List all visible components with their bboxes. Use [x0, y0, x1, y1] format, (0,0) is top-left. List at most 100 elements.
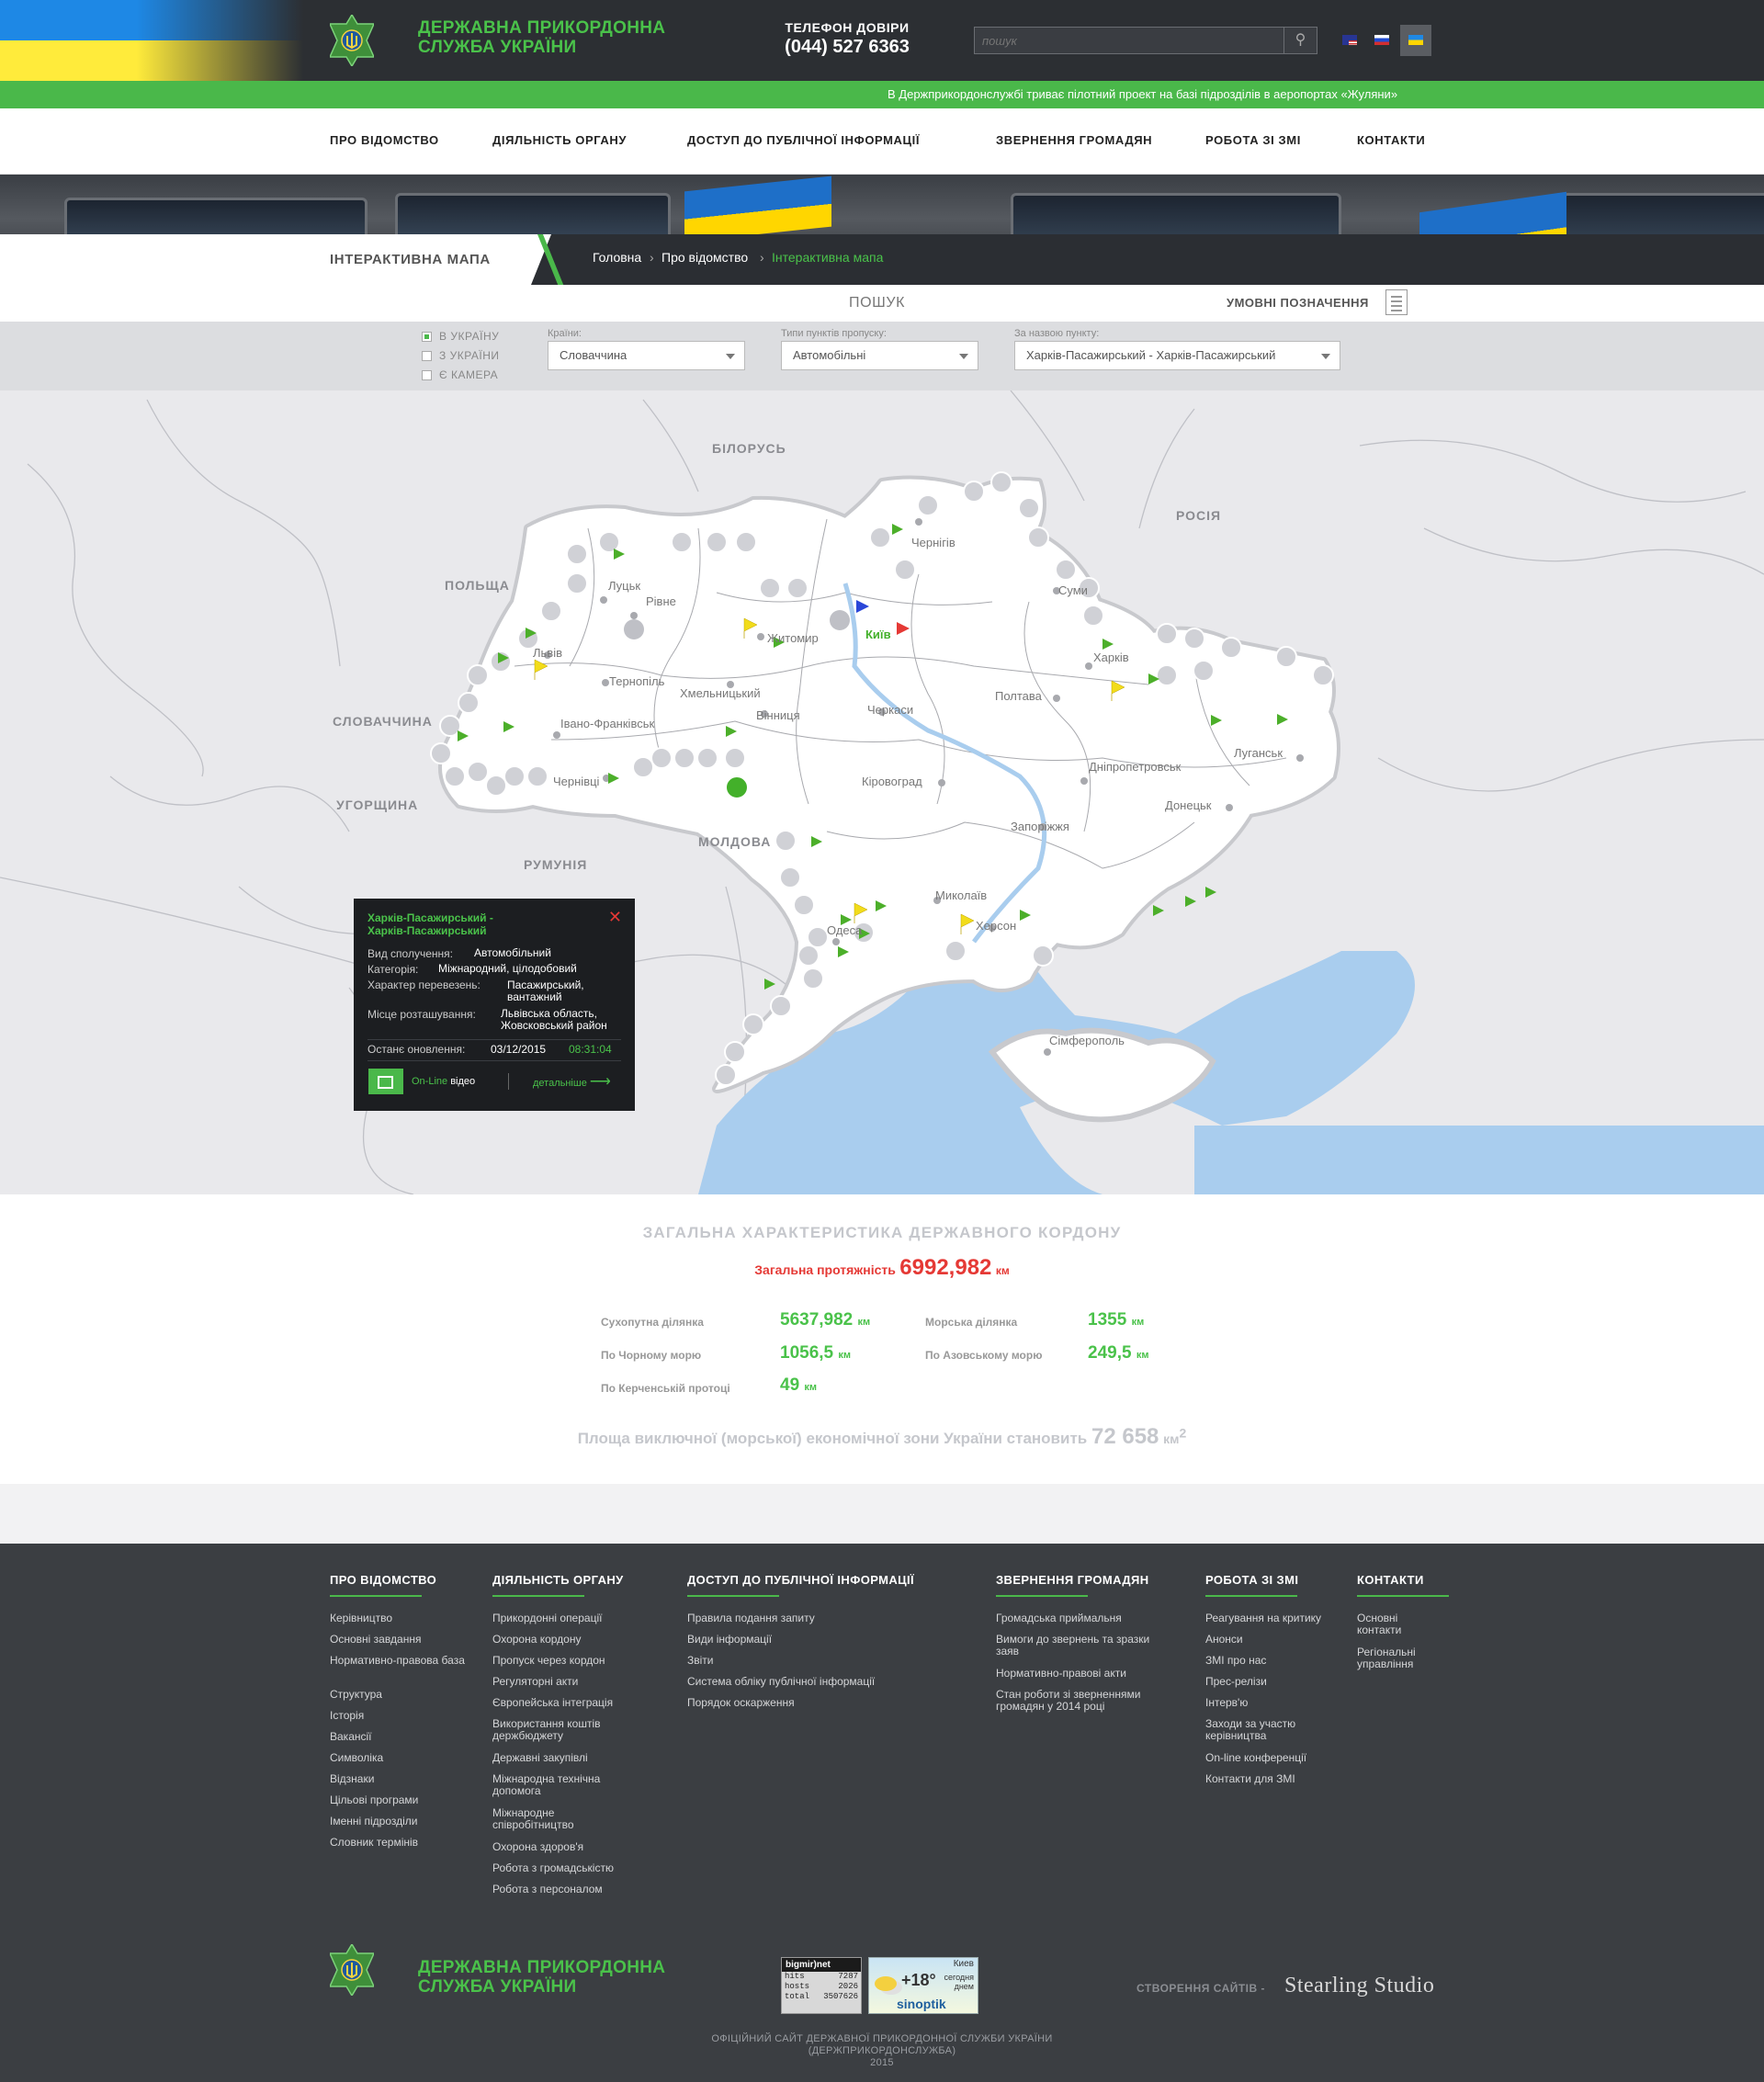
type-select[interactable]: Автомобільні	[781, 341, 978, 370]
city-label[interactable]: Рівне	[646, 594, 676, 608]
city-label[interactable]: Луганськ	[1234, 746, 1283, 760]
city-label[interactable]: Донецьк	[1165, 798, 1212, 812]
city-label[interactable]: Дніпропетровськ	[1089, 760, 1181, 774]
footer-site-title[interactable]: ДЕРЖАВНА ПРИКОРДОННА СЛУЖБА УКРАЇНИ	[418, 1958, 665, 1997]
footer-heading[interactable]: РОБОТА ЗІ ЗМІ	[1205, 1573, 1298, 1597]
footer-link[interactable]: Державні закупівлі	[492, 1752, 630, 1764]
city-label[interactable]: Харків	[1093, 651, 1129, 664]
nav-activity[interactable]: ДІЯЛЬНІСТЬ ОРГАНУ	[492, 133, 627, 147]
search-input[interactable]	[982, 32, 1276, 49]
nav-about[interactable]: ПРО ВІДОМСТВО	[330, 133, 439, 147]
lang-ru-button[interactable]	[1366, 25, 1397, 56]
nav-appeals[interactable]: ЗВЕРНЕННЯ ГРОМАДЯН	[996, 133, 1152, 147]
lang-uk-button[interactable]	[1400, 25, 1431, 56]
footer-link[interactable]: Прикордонні операції	[492, 1612, 630, 1624]
footer-link[interactable]: Цільові програми	[330, 1794, 468, 1806]
search-button[interactable]: ⚲	[1283, 28, 1317, 53]
breadcrumb-home[interactable]: Головна	[593, 250, 641, 265]
footer-link[interactable]: Порядок оскарження	[687, 1697, 963, 1709]
footer-link[interactable]: Охорона кордону	[492, 1634, 630, 1646]
footer-link[interactable]: Стан роботи зі зверненнями громадян у 20…	[996, 1689, 1170, 1713]
footer-link[interactable]: On-line конференції	[1205, 1752, 1343, 1764]
footer-link[interactable]: Іменні підрозділи	[330, 1816, 468, 1827]
footer-link[interactable]: Нормативно-правова база	[330, 1655, 468, 1667]
footer-link[interactable]: Міжнародне співробітництво	[492, 1807, 630, 1831]
site-title[interactable]: ДЕРЖАВНА ПРИКОРДОННА СЛУЖБА УКРАЇНИ	[418, 18, 665, 57]
footer-link[interactable]: Пропуск через кордон	[492, 1655, 630, 1667]
footer-link[interactable]: Структура	[330, 1689, 468, 1701]
city-label[interactable]: Вінниця	[756, 708, 800, 722]
footer-link[interactable]: Види інформації	[687, 1634, 963, 1646]
city-label[interactable]: Черкаси	[867, 703, 913, 717]
interactive-map[interactable]: БІЛОРУСЬ РОСІЯ ПОЛЬЩА СЛОВАЧЧИНА УГОРЩИН…	[0, 390, 1764, 1194]
footer-link[interactable]: Регіональні управління	[1357, 1646, 1430, 1670]
city-label[interactable]: Сімферополь	[1049, 1034, 1125, 1047]
footer-link[interactable]: Заходи за участю керівництва	[1205, 1718, 1325, 1742]
footer-link[interactable]: Робота з громадськістю	[492, 1862, 630, 1874]
footer-link[interactable]: Європейська інтеграція	[492, 1697, 630, 1709]
footer-link[interactable]: Вимоги до звернень та зразки заяв	[996, 1634, 1170, 1658]
footer-link[interactable]: Громадська приймальня	[996, 1612, 1170, 1624]
city-label[interactable]: Івано-Франківськ	[560, 717, 654, 730]
city-label[interactable]: Тернопіль	[609, 674, 664, 688]
radio-has-camera[interactable]: Є КАМЕРА	[422, 368, 498, 381]
breadcrumb-about[interactable]: Про відомство	[662, 250, 748, 265]
footer-link[interactable]: Контакти для ЗМІ	[1205, 1773, 1343, 1785]
nav-media[interactable]: РОБОТА ЗІ ЗМІ	[1205, 133, 1301, 147]
footer-link[interactable]: Основні контакти	[1357, 1612, 1430, 1636]
footer-link[interactable]: Охорона здоров'я	[492, 1841, 630, 1853]
bigmir-counter[interactable]: bigmir)net hits 7287 hosts 2026 total 35076…	[781, 1957, 862, 2014]
footer-link[interactable]: Вакансії	[330, 1731, 468, 1743]
city-label[interactable]: Львів	[533, 646, 562, 660]
footer-logo[interactable]	[328, 1942, 376, 2000]
point-name-select[interactable]: Харків-Пасажирський - Харків-Пасажирськи…	[1014, 341, 1340, 370]
tab-search[interactable]: ПОШУК	[849, 295, 905, 311]
footer-link[interactable]: ЗМІ про нас	[1205, 1655, 1343, 1667]
country-select[interactable]: Словаччина	[548, 341, 745, 370]
footer-link[interactable]: Робота з персоналом	[492, 1884, 630, 1895]
footer-link[interactable]: Використання коштів держбюджету	[492, 1718, 630, 1742]
close-icon[interactable]: ✕	[608, 908, 622, 927]
nav-public-info[interactable]: ДОСТУП ДО ПУБЛІЧНОЇ ІНФОРМАЦІЇ	[687, 133, 920, 147]
city-label[interactable]: Чернігів	[911, 536, 956, 549]
footer-heading[interactable]: ДОСТУП ДО ПУБЛІЧНОЇ ІНФОРМАЦІЇ	[687, 1573, 914, 1597]
city-label[interactable]: Одеса	[827, 923, 862, 937]
footer-link[interactable]: Система обліку публічної інформації	[687, 1676, 963, 1688]
nav-contacts[interactable]: КОНТАКТИ	[1357, 133, 1425, 147]
city-label[interactable]: Запоріжжя	[1011, 820, 1069, 833]
city-label[interactable]: Суми	[1058, 583, 1088, 597]
footer-link[interactable]: Анонси	[1205, 1634, 1343, 1646]
footer-link[interactable]: Регуляторні акти	[492, 1676, 630, 1688]
logo-emblem[interactable]	[328, 13, 376, 71]
weather-widget[interactable]: Киев +18° сегодня днем sinoptik	[868, 1957, 978, 2014]
city-label[interactable]: Кіровоград	[862, 775, 922, 788]
tab-legend[interactable]: УМОВНІ ПОЗНАЧЕННЯ	[1227, 296, 1369, 310]
footer-link[interactable]: Символіка	[330, 1752, 468, 1764]
footer-heading[interactable]: ПРО ВІДОМСТВО	[330, 1573, 436, 1597]
footer-link[interactable]: Прес-релізи	[1205, 1676, 1343, 1688]
footer-link[interactable]: Міжнародна технічна допомога	[492, 1773, 630, 1797]
footer-heading[interactable]: КОНТАКТИ	[1357, 1573, 1449, 1597]
video-camera-icon[interactable]	[368, 1069, 403, 1094]
online-video-link[interactable]: On-Line відео	[412, 1076, 475, 1088]
footer-link[interactable]: Реагування на критику	[1205, 1612, 1343, 1624]
city-label[interactable]: Житомир	[767, 631, 819, 645]
lang-en-button[interactable]	[1334, 25, 1365, 56]
footer-link[interactable]: Правила подання запиту	[687, 1612, 963, 1624]
city-label[interactable]: Луцьк	[608, 579, 640, 593]
details-link[interactable]: детальніше ⟶	[533, 1075, 611, 1090]
city-label[interactable]: Херсон	[976, 919, 1016, 933]
footer-link[interactable]: Відзнаки	[330, 1773, 468, 1785]
city-label[interactable]: Полтава	[995, 689, 1042, 703]
footer-link[interactable]: Нормативно-правові акти	[996, 1668, 1170, 1680]
city-label[interactable]: Миколаїв	[935, 888, 987, 902]
footer-link[interactable]: Словник термінів	[330, 1837, 468, 1849]
city-label[interactable]: Хмельницький	[680, 686, 761, 700]
footer-link[interactable]: Основні завдання	[330, 1634, 468, 1646]
footer-link[interactable]: Історія	[330, 1710, 468, 1722]
studio-logo[interactable]: Stearling Studio	[1284, 1974, 1434, 1998]
radio-from-ukraine[interactable]: З УКРАЇНИ	[422, 349, 500, 362]
city-label-kyiv[interactable]: Київ	[865, 628, 891, 641]
footer-link[interactable]: Звіти	[687, 1655, 963, 1667]
footer-heading[interactable]: ДІЯЛЬНІСТЬ ОРГАНУ	[492, 1573, 624, 1597]
